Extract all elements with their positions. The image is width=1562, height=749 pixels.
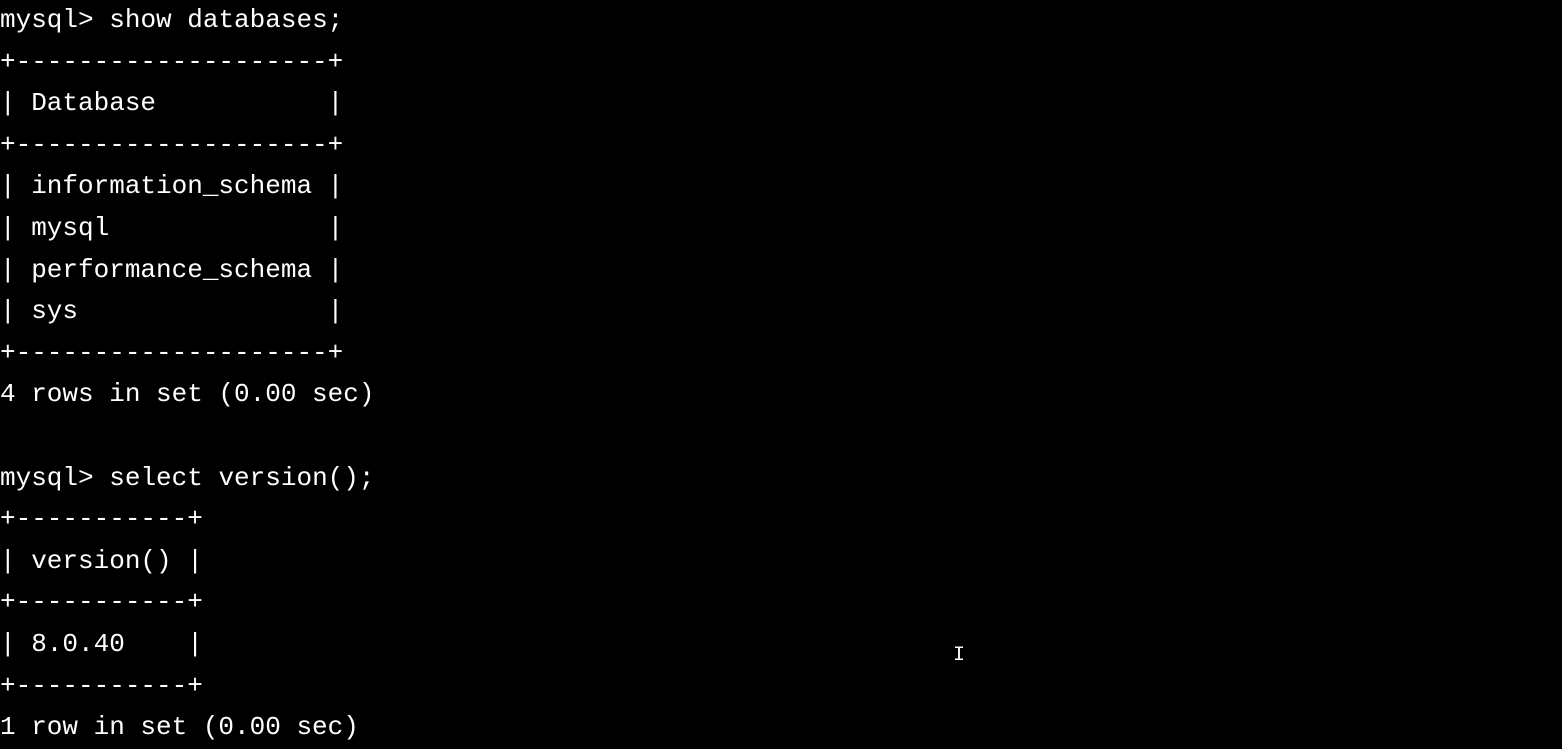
table-2-row-0: | 8.0.40 | bbox=[0, 629, 203, 659]
table-2-header: | version() | bbox=[0, 546, 203, 576]
prompt-2: mysql> bbox=[0, 463, 94, 493]
terminal-output[interactable]: mysql> show databases; +----------------… bbox=[0, 0, 1562, 749]
table-1-row-2: | performance_schema | bbox=[0, 255, 343, 285]
result-summary-2: 1 row in set (0.00 sec) bbox=[0, 712, 359, 742]
table-2-mid-border: +-----------+ bbox=[0, 587, 203, 617]
result-summary-1: 4 rows in set (0.00 sec) bbox=[0, 379, 374, 409]
table-2-top-border: +-----------+ bbox=[0, 504, 203, 534]
table-1-top-border: +--------------------+ bbox=[0, 47, 343, 77]
table-1-row-0: | information_schema | bbox=[0, 171, 343, 201]
table-1-row-3: | sys | bbox=[0, 296, 343, 326]
table-1-row-1: | mysql | bbox=[0, 213, 343, 243]
table-1-mid-border: +--------------------+ bbox=[0, 130, 343, 160]
table-1-bottom-border: +--------------------+ bbox=[0, 338, 343, 368]
prompt-1: mysql> bbox=[0, 5, 94, 35]
command-2: select version(); bbox=[109, 463, 374, 493]
command-1: show databases; bbox=[109, 5, 343, 35]
text-cursor-icon: I bbox=[953, 640, 965, 672]
table-2-bottom-border: +-----------+ bbox=[0, 671, 203, 701]
table-1-header: | Database | bbox=[0, 88, 343, 118]
